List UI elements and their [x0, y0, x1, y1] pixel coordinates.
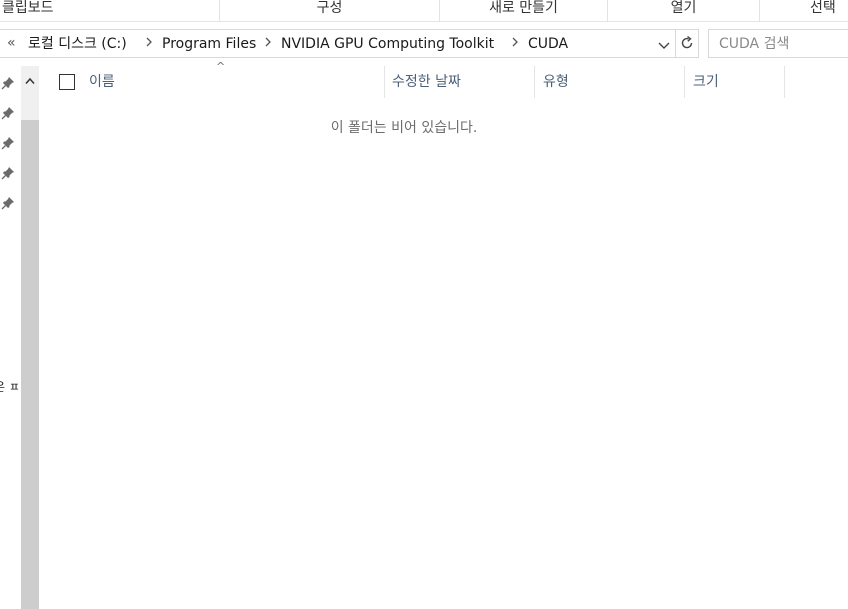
- breadcrumb-local-disk[interactable]: 로컬 디스크 (C:): [28, 35, 127, 53]
- search-placeholder: CUDA 검색: [719, 36, 790, 52]
- column-header-type[interactable]: 유형: [543, 66, 569, 98]
- ribbon-group-bar: 클립보드 구성 새로 만들기 열기 선택: [0, 0, 848, 22]
- empty-folder-text: 이 폴더는 비어 있습니다.: [330, 120, 478, 136]
- column-header-name[interactable]: 이름: [89, 66, 115, 98]
- breadcrumb-program-files[interactable]: Program Files: [162, 35, 256, 53]
- ribbon-separator: [759, 0, 760, 21]
- column-divider[interactable]: [784, 66, 785, 98]
- chevron-down-icon[interactable]: [657, 38, 671, 52]
- column-header-date-modified[interactable]: 수정한 날짜: [392, 66, 461, 98]
- pin-icon[interactable]: [1, 105, 15, 120]
- pin-icon[interactable]: [1, 165, 15, 180]
- pin-icon[interactable]: [1, 195, 15, 210]
- chevron-up-icon[interactable]: [25, 70, 35, 89]
- sort-ascending-icon: ^: [216, 60, 226, 73]
- ribbon-group-organize: 구성: [316, 0, 343, 16]
- refresh-button[interactable]: [675, 29, 699, 58]
- ribbon-group-new: 새로 만들기: [489, 0, 558, 16]
- ribbon-group-open: 열기: [670, 0, 697, 16]
- scrollbar-thumb[interactable]: [21, 120, 39, 609]
- breadcrumb-cuda[interactable]: CUDA: [528, 35, 568, 53]
- column-header-size[interactable]: 크기: [693, 66, 719, 98]
- chevron-right-icon[interactable]: [511, 35, 519, 53]
- address-row: « 로컬 디스크 (C:) Program Files NVIDIA GPU C…: [0, 27, 848, 59]
- overflow-breadcrumb-icon[interactable]: «: [7, 34, 16, 52]
- refresh-icon: [681, 35, 693, 49]
- navigation-pane: 은 ㅍ: [0, 66, 21, 609]
- column-divider[interactable]: [384, 66, 385, 98]
- select-all-checkbox[interactable]: [59, 74, 75, 90]
- pin-icon[interactable]: [1, 135, 15, 150]
- address-bar[interactable]: « 로컬 디스크 (C:) Program Files NVIDIA GPU C…: [0, 29, 676, 58]
- nav-pane-scrollbar[interactable]: [21, 66, 39, 609]
- ribbon-group-clipboard: 클립보드: [2, 0, 54, 16]
- pin-icon[interactable]: [1, 75, 15, 90]
- chevron-right-icon[interactable]: [145, 35, 153, 53]
- column-divider[interactable]: [684, 66, 685, 98]
- breadcrumb-nvidia-toolkit[interactable]: NVIDIA GPU Computing Toolkit: [281, 35, 494, 53]
- column-divider[interactable]: [534, 66, 535, 98]
- file-explorer-window: 클립보드 구성 새로 만들기 열기 선택 « 로컬 디스크 (C:) Progr…: [0, 0, 848, 609]
- chevron-right-icon[interactable]: [264, 35, 272, 53]
- empty-folder-message: 이 폴더는 비어 있습니다.: [40, 117, 848, 137]
- ribbon-group-select: 선택: [810, 0, 836, 16]
- nav-item-label-truncated: 은 ㅍ: [0, 380, 20, 394]
- search-input[interactable]: CUDA 검색: [708, 29, 848, 58]
